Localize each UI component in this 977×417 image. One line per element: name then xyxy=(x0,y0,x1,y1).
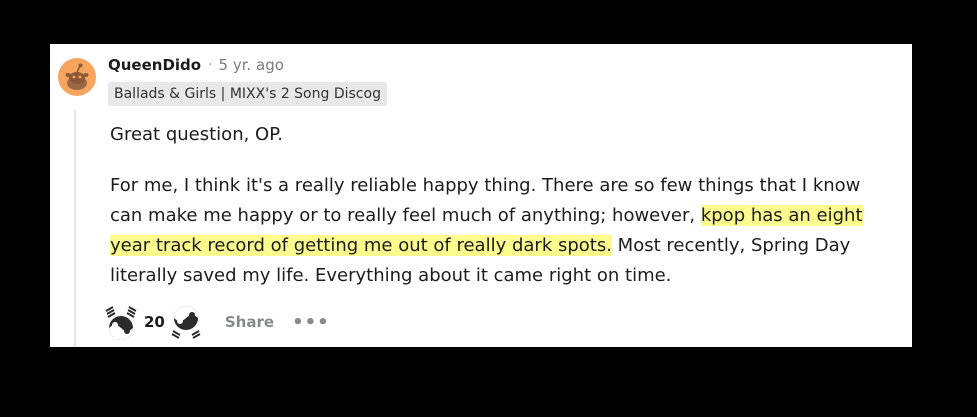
user-flair: Ballads & Girls | MIXX's 2 Song Discog xyxy=(108,82,387,106)
thread-line[interactable] xyxy=(74,110,76,347)
vote-count: 20 xyxy=(144,313,165,331)
snoo-avatar-icon xyxy=(65,63,89,90)
comment-body: Great question, OP. For me, I think it's… xyxy=(110,120,880,291)
comment-header: QueenDido · 5 yr. ago xyxy=(108,54,284,76)
comment-card: QueenDido · 5 yr. ago Ballads & Girls | … xyxy=(50,44,912,347)
share-button[interactable]: Share xyxy=(225,313,274,331)
upvote-icon[interactable] xyxy=(102,302,140,342)
comment-paragraph: For me, I think it's a really reliable h… xyxy=(110,171,880,291)
downvote-icon[interactable] xyxy=(167,302,205,342)
comment-actions: 20 Share ••• xyxy=(102,302,330,342)
username-link[interactable]: QueenDido xyxy=(108,56,201,74)
timestamp-link[interactable]: 5 yr. ago xyxy=(219,56,284,74)
comment-paragraph: Great question, OP. xyxy=(110,124,283,145)
avatar[interactable] xyxy=(58,58,96,96)
more-options-button[interactable]: ••• xyxy=(292,312,330,333)
header-separator: · xyxy=(208,57,213,73)
